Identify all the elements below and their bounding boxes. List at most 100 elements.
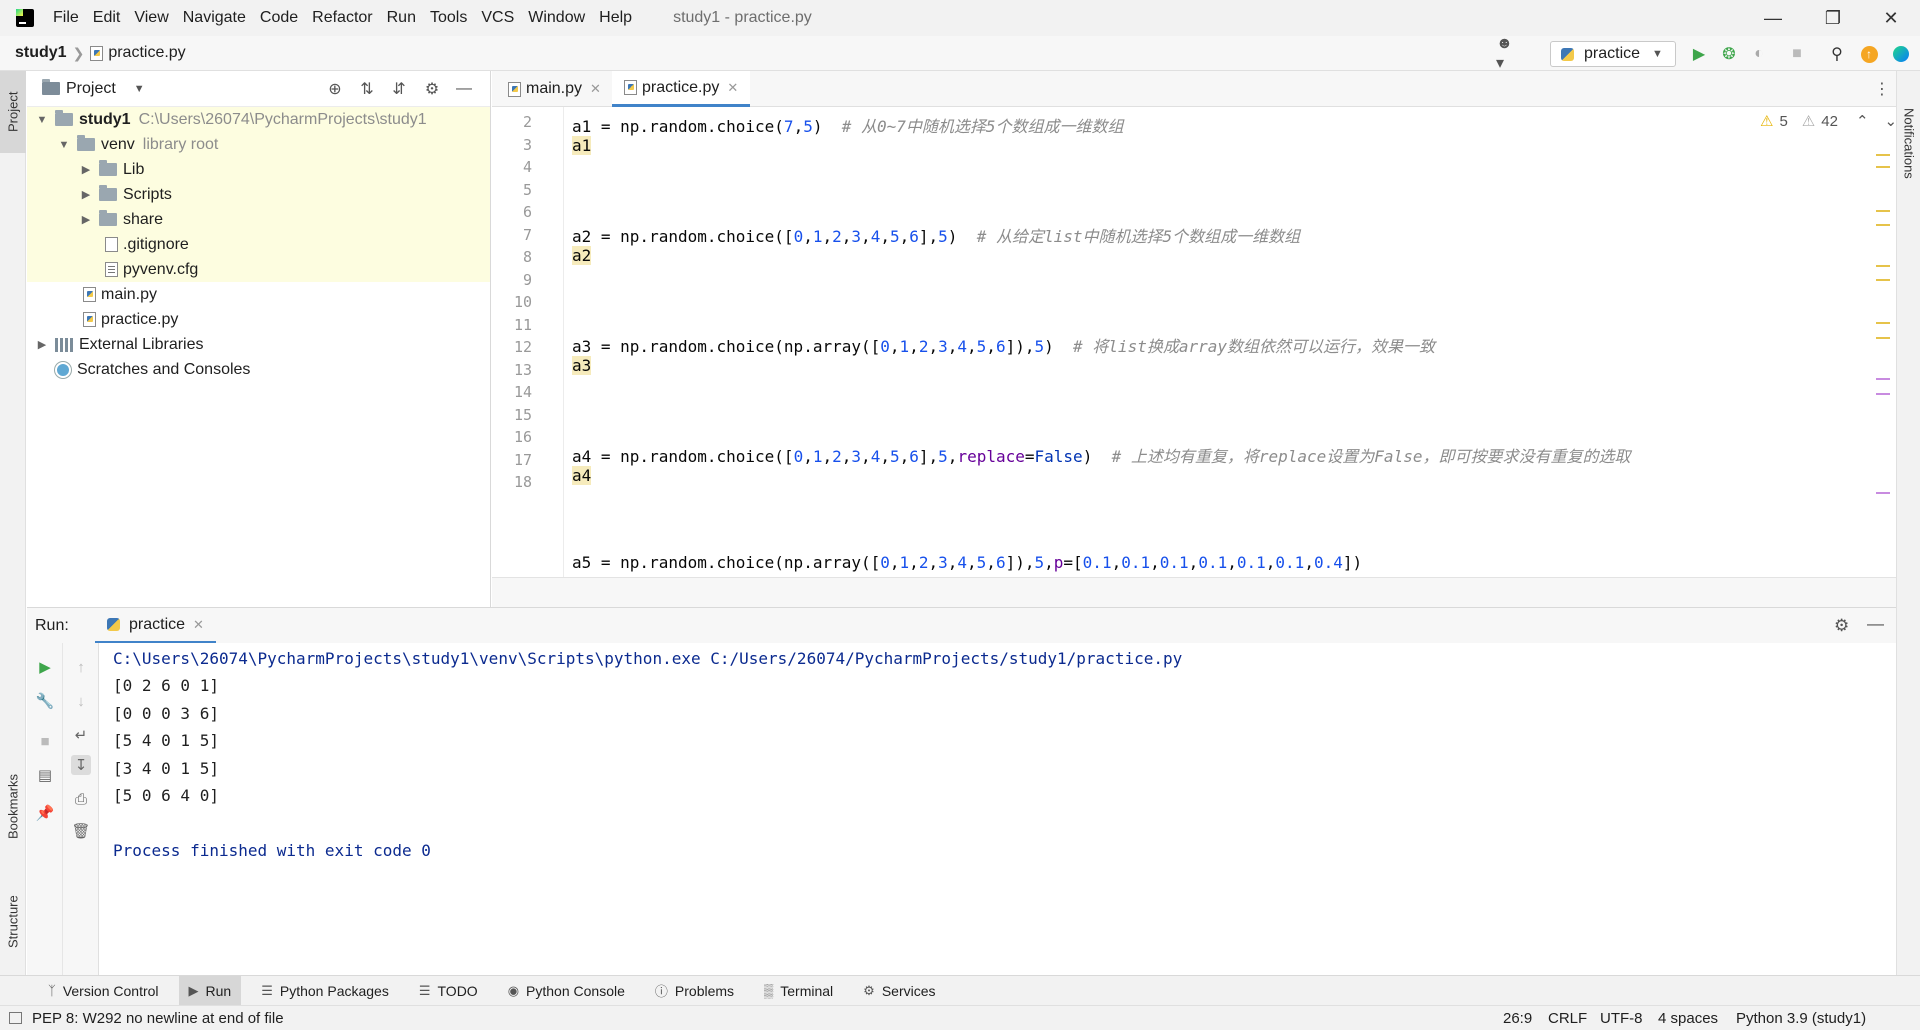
tree-item-venv[interactable]: ▼ venv library root [27, 132, 490, 157]
stop-icon[interactable]: ■ [1786, 43, 1808, 65]
scroll-marker[interactable] [1876, 210, 1890, 212]
status-toggle-icon[interactable] [9, 1012, 22, 1024]
trash-icon[interactable]: 🗑 [71, 821, 91, 841]
collapse-all-icon[interactable]: ⇵ [389, 79, 409, 99]
close-icon[interactable]: ✕ [193, 617, 204, 633]
tree-item-study1[interactable]: ▼ study1 C:\Users\26074\PycharmProjects\… [27, 107, 490, 132]
status-message[interactable]: PEP 8: W292 no newline at end of file [32, 1010, 284, 1027]
run-config-selector[interactable]: practice ▼ [1550, 41, 1676, 67]
scroll-marker[interactable] [1876, 154, 1890, 156]
scroll-marker[interactable] [1876, 224, 1890, 226]
wrench-icon[interactable]: 🔧 [35, 691, 55, 711]
restore-window-button[interactable]: ❐ [1804, 0, 1862, 36]
chevron-right-icon[interactable]: ▶ [79, 188, 93, 201]
menu-edit[interactable]: Edit [86, 0, 128, 36]
gear-icon[interactable]: ⚙ [1834, 616, 1849, 636]
menu-navigate[interactable]: Navigate [176, 0, 253, 36]
breadcrumb-file[interactable]: practice.py [108, 44, 185, 62]
toolwindow-version-control[interactable]: ᛉ Version Control [38, 976, 169, 1006]
chevron-down-icon[interactable]: ▼ [57, 139, 71, 151]
update-icon[interactable]: ↑ [1858, 43, 1880, 65]
menu-tools[interactable]: Tools [423, 0, 474, 36]
scroll-marker[interactable] [1876, 166, 1890, 168]
debug-icon[interactable]: ❂ [1718, 43, 1740, 65]
toolwindow-problems[interactable]: ⓘ Problems [645, 976, 744, 1006]
scroll-marker[interactable] [1876, 378, 1890, 380]
toolwindow-todo[interactable]: ☰ TODO [409, 976, 488, 1006]
minimize-window-button[interactable]: — [1744, 0, 1802, 36]
toolwindow-terminal[interactable]: ▒ Terminal [754, 976, 843, 1006]
close-window-button[interactable]: ✕ [1862, 0, 1920, 36]
menu-view[interactable]: View [127, 0, 175, 36]
search-icon[interactable]: ⚲ [1826, 43, 1848, 65]
close-icon[interactable]: ✕ [727, 80, 738, 96]
tab-project[interactable]: Project [0, 71, 26, 153]
indent-setting[interactable]: 4 spaces [1658, 1006, 1718, 1030]
tab-main-py[interactable]: main.py ✕ [496, 71, 613, 107]
chevron-up-icon[interactable]: ⌃ [1856, 112, 1869, 130]
menu-vcs[interactable]: VCS [474, 0, 521, 36]
menu-code[interactable]: Code [253, 0, 305, 36]
caret-position[interactable]: 26:9 [1503, 1006, 1532, 1030]
toolwindow-run[interactable]: ▶ Run [178, 975, 242, 1006]
tree-item-scratches[interactable]: Scratches and Consoles [27, 357, 490, 382]
minimize-icon[interactable]: — [454, 79, 474, 99]
scroll-marker[interactable] [1876, 322, 1890, 324]
print-icon[interactable]: ⎙ [71, 789, 91, 809]
tree-item-practice-py[interactable]: practice.py [27, 307, 490, 332]
pin-icon[interactable]: 📌 [35, 803, 55, 823]
tab-practice-py[interactable]: practice.py ✕ [612, 71, 751, 107]
tree-item-external-libraries[interactable]: ▶ External Libraries [27, 332, 490, 357]
gear-icon[interactable]: ⚙ [422, 79, 442, 99]
line-separator[interactable]: CRLF [1548, 1006, 1587, 1030]
scroll-marker[interactable] [1876, 337, 1890, 339]
menu-help[interactable]: Help [592, 0, 639, 36]
close-icon[interactable]: ✕ [590, 81, 601, 97]
user-icon[interactable]: ☻▾ [1496, 35, 1518, 72]
soft-wrap-icon[interactable]: ↵ [71, 725, 91, 745]
project-panel-title[interactable]: Project [66, 80, 116, 98]
tab-structure[interactable]: Structure [0, 877, 26, 967]
arrow-up-icon[interactable]: ↑ [71, 657, 91, 677]
toolwindow-python-packages[interactable]: ☰ Python Packages [251, 976, 399, 1006]
coverage-icon[interactable]: ◐ [1748, 43, 1770, 65]
tree-item-gitignore[interactable]: .gitignore [27, 232, 490, 257]
chevron-right-icon[interactable]: ▶ [79, 163, 93, 176]
menu-run[interactable]: Run [380, 0, 423, 36]
stop-icon[interactable]: ■ [35, 731, 55, 751]
scroll-marker[interactable] [1876, 492, 1890, 494]
toolwindow-services[interactable]: ⚙ Services [853, 976, 945, 1006]
scroll-marker[interactable] [1876, 279, 1890, 281]
tree-item-lib[interactable]: ▶ Lib [27, 157, 490, 182]
run-tab-practice[interactable]: practice ✕ [95, 608, 216, 644]
tab-notifications[interactable]: Notifications [1897, 83, 1920, 203]
tree-item-share[interactable]: ▶ share [27, 207, 490, 232]
run-console[interactable]: C:\Users\26074\PycharmProjects\study1\ve… [99, 643, 1896, 975]
run-icon[interactable]: ▶ [1688, 43, 1710, 65]
tree-item-main-py[interactable]: main.py [27, 282, 490, 307]
rerun-icon[interactable]: ▶ [35, 657, 55, 677]
editor-horizontal-scrollbar[interactable] [492, 577, 1896, 607]
menu-file[interactable]: File [46, 0, 86, 36]
tree-item-scripts[interactable]: ▶ Scripts [27, 182, 490, 207]
python-interpreter[interactable]: Python 3.9 (study1) [1736, 1006, 1866, 1030]
menu-window[interactable]: Window [521, 0, 592, 36]
plugin-icon[interactable] [1890, 43, 1912, 65]
chevron-down-icon[interactable]: ⌄ [1885, 112, 1898, 130]
layout-icon[interactable]: ▤ [35, 765, 55, 785]
menu-refactor[interactable]: Refactor [305, 0, 379, 36]
expand-all-icon[interactable]: ⇅ [357, 79, 377, 99]
chevron-down-icon[interactable]: ▼ [35, 114, 49, 126]
scroll-marker[interactable] [1876, 265, 1890, 267]
arrow-down-icon[interactable]: ↓ [71, 691, 91, 711]
locate-icon[interactable]: ⊕ [325, 79, 345, 99]
toolwindow-python-console[interactable]: ◉ Python Console [498, 976, 635, 1006]
chevron-down-icon[interactable]: ▼ [134, 83, 145, 95]
breadcrumb-project[interactable]: study1 [0, 44, 67, 62]
chevron-right-icon[interactable]: ▶ [79, 213, 93, 226]
file-encoding[interactable]: UTF-8 [1600, 1006, 1643, 1030]
tab-bookmarks[interactable]: Bookmarks [0, 751, 26, 861]
minimize-icon[interactable]: — [1867, 614, 1884, 634]
tree-item-pyvenv[interactable]: pyvenv.cfg [27, 257, 490, 282]
scroll-to-end-icon[interactable]: ↧ [71, 755, 91, 775]
